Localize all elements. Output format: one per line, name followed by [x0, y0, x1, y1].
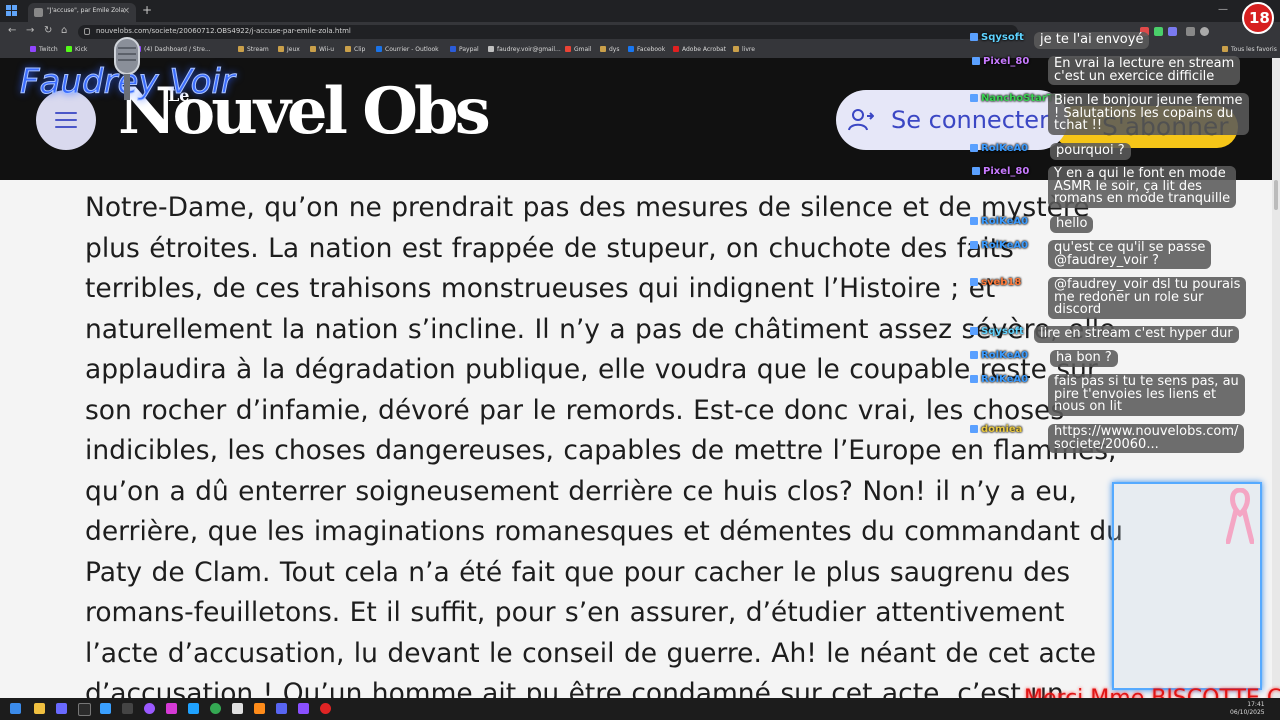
app-icon[interactable] [188, 703, 199, 714]
article-line: derrière, que les imaginations romanesqu… [85, 516, 1123, 547]
chat-username: RolKeA0 [970, 350, 1028, 361]
home-button[interactable]: ⌂ [61, 25, 67, 37]
chat-message: qu'est ce qu'il se passe @faudrey_voir ? [1048, 240, 1212, 269]
chat-username: sveb18 [970, 277, 1021, 288]
back-button[interactable]: ← [8, 25, 16, 37]
article-line: Notre-Dame, qu’on ne prendrait pas des m… [85, 192, 1090, 223]
bookmark-folder[interactable]: Wii-u [310, 46, 334, 53]
chat-message: ha bon ? [1050, 350, 1118, 367]
app-icon[interactable] [232, 703, 243, 714]
bookmark-item[interactable]: Paypal [450, 46, 479, 53]
chat-username: Sqysoft [970, 32, 1024, 43]
chat-username: Pixel_80 [972, 56, 1029, 67]
bookmark-item[interactable]: Kick [66, 46, 87, 53]
chat-message: https://www.nouvelobs.com/ societe/20060… [1048, 424, 1245, 453]
chat-message: Bien le bonjour jeune femme ! Salutation… [1048, 93, 1249, 135]
app-icon[interactable] [166, 703, 177, 714]
downloads-icon[interactable] [1186, 27, 1195, 36]
stream-overlay-logo: Faudrey Voir [14, 37, 235, 112]
chat-username: Sqysoft [970, 326, 1024, 337]
chat-message: lire en stream c'est hyper dur [1034, 326, 1239, 343]
article-line: plus étroites. La nation est frappée de … [85, 232, 1014, 264]
chat-username: RolKeA0 [970, 143, 1028, 154]
tab-close-icon[interactable]: × [122, 6, 130, 16]
tab-favicon-icon [34, 8, 43, 17]
article-line: indicibles, les choses dangereuses, capa… [85, 435, 1117, 466]
system-clock[interactable]: 17:41 06/10/2025 [1230, 701, 1265, 717]
discord-icon[interactable] [276, 703, 287, 714]
reload-button[interactable]: ↻ [44, 25, 52, 37]
record-icon[interactable] [320, 703, 331, 714]
site-info-icon[interactable] [84, 28, 90, 35]
chat-message: En vrai la lecture en stream c'est un ex… [1048, 56, 1241, 85]
article-line: qu’on a dû enterrer soigneusement derriè… [85, 475, 1077, 507]
extension-icon[interactable] [1168, 27, 1177, 36]
scrollbar-thumb[interactable] [1274, 180, 1278, 210]
forward-button[interactable]: → [26, 25, 34, 37]
profile-icon[interactable] [1200, 27, 1209, 36]
app-icon[interactable] [78, 703, 91, 716]
article-line: l’acte d’accusation, lu devant le consei… [85, 637, 1097, 669]
app-icon[interactable] [144, 703, 155, 714]
chat-message: fais pas si tu te sens pas, au pire t'en… [1048, 374, 1245, 416]
bookmark-item[interactable]: faudrey.voir@gmail... [488, 46, 561, 53]
article-line: applaudira à la dégradation publique, el… [85, 354, 1098, 385]
pink-ribbon-icon [1226, 488, 1254, 544]
article-body: Notre-Dame, qu’on ne prendrait pas des m… [85, 188, 1195, 715]
chat-message: je te l'ai envoyé [1034, 32, 1150, 49]
chat-username: RolKeA0 [970, 240, 1028, 251]
app-icon[interactable] [122, 703, 133, 714]
bookmark-item[interactable]: Twitch [30, 46, 58, 53]
chat-username: domiea [970, 424, 1022, 435]
app-icon[interactable] [100, 703, 111, 714]
chat-username: RolKeA0 [970, 216, 1028, 227]
app-icon[interactable] [298, 703, 309, 714]
chat-message: Y en a qui le font en mode ASMR le soir,… [1048, 166, 1237, 208]
all-bookmarks-folder[interactable]: Tous les favoris [1222, 46, 1277, 53]
browser-tab[interactable]: "J'accuse", par Emile Zola × [28, 3, 136, 22]
extension-icon[interactable] [1154, 27, 1163, 36]
login-label: Se connecter [891, 106, 1049, 134]
bookmark-folder[interactable]: Stream [238, 46, 269, 53]
age-rating-badge: 18 [1242, 2, 1274, 34]
article-line: Paty de Clam. Tout cela n’a été fait que… [85, 556, 1071, 588]
bookmark-item[interactable]: Facebook [628, 46, 665, 53]
file-explorer-icon[interactable] [34, 703, 45, 714]
user-icon [848, 109, 874, 131]
window-menu-icon[interactable] [6, 5, 18, 17]
chat-message: hello [1050, 216, 1094, 233]
minimize-button[interactable]: — [1218, 4, 1228, 15]
bookmark-folder[interactable]: Jeux [278, 46, 300, 53]
new-tab-button[interactable]: + [142, 3, 152, 17]
chat-message: pourquoi ? [1050, 143, 1131, 160]
bookmark-item[interactable]: Adobe Acrobat [673, 46, 726, 53]
microphone-icon [114, 37, 140, 100]
start-icon[interactable] [10, 703, 21, 714]
bookmark-folder[interactable]: dys [600, 46, 620, 53]
url-bar[interactable]: nouvelobs.com/societe/20060712.OBS4922/j… [78, 25, 1018, 39]
chat-username: Pixel_80 [972, 166, 1029, 177]
taskbar: 17:41 06/10/2025 [0, 698, 1280, 720]
chat-username: RolKeA0 [970, 374, 1028, 385]
bookmark-item[interactable]: Courrier - Outlook [376, 46, 439, 53]
page-scrollbar[interactable] [1272, 58, 1280, 698]
chat-message: @faudrey_voir dsl tu pourais me redoner … [1048, 277, 1247, 319]
app-icon[interactable] [254, 703, 265, 714]
bookmark-folder[interactable]: livre [733, 46, 755, 53]
article-line: son rocher d’infamie, dévoré par le remo… [85, 394, 1065, 426]
bookmark-folder[interactable]: Clip [345, 46, 365, 53]
tab-title: "J'accuse", par Emile Zola [47, 7, 125, 14]
article-line: terribles, de ces trahisons monstrueuses… [85, 273, 996, 304]
article-line: romans-feuilletons. Et il suffit, pour s… [85, 597, 1065, 628]
article-line: naturellement la nation s’incline. Il n’… [85, 313, 1116, 345]
browser-tab-bar: "J'accuse", par Emile Zola × + — [0, 0, 1280, 22]
bookmark-item[interactable]: Gmail [565, 46, 592, 53]
chrome-icon[interactable] [210, 703, 221, 714]
app-icon[interactable] [56, 703, 67, 714]
